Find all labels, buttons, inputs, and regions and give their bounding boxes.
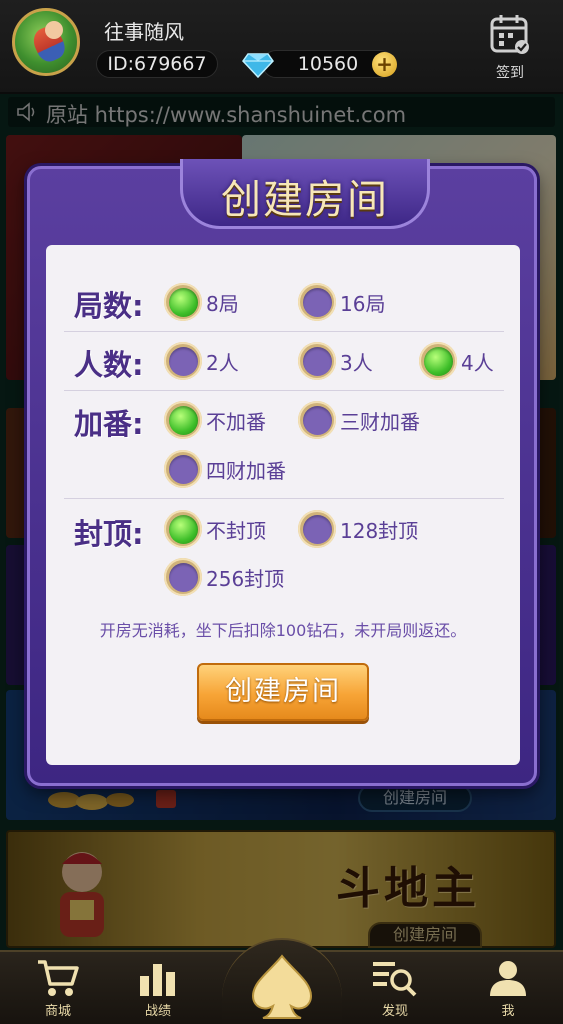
radio-unselected-icon[interactable] xyxy=(164,450,202,488)
radio-unselected-icon[interactable] xyxy=(298,510,336,548)
cap-option-none[interactable]: 不封顶 xyxy=(164,509,266,549)
option-label: 8局 xyxy=(206,291,239,316)
radio-selected-icon[interactable] xyxy=(164,283,202,321)
bonus-option-four[interactable]: 四财加番 xyxy=(164,449,286,489)
radio-unselected-icon[interactable] xyxy=(298,401,336,439)
radio-unselected-icon[interactable] xyxy=(298,342,336,380)
players-option-3[interactable]: 3人 xyxy=(298,341,373,381)
option-label: 3人 xyxy=(340,350,373,375)
create-room-button[interactable]: 创建房间 xyxy=(197,663,369,721)
dialog-title-plate: 创建房间 xyxy=(180,159,430,229)
spade-icon xyxy=(251,954,313,1019)
cap-option-256[interactable]: 256封顶 xyxy=(164,557,284,597)
cap-option-128[interactable]: 128封顶 xyxy=(298,509,418,549)
create-room-dialog: 创建房间 局数: 8局 16局 人数: 2人 3人 4人 加番: 不加番 三财加… xyxy=(27,159,537,786)
option-label: 三财加番 xyxy=(340,409,420,434)
signin-label: 签到 xyxy=(496,65,524,81)
user-icon xyxy=(490,961,526,996)
bottom-nav: 商城 战绩 发现 我 xyxy=(0,938,563,1024)
signin-button[interactable]: 签到 xyxy=(484,12,536,82)
cap-label: 封顶: xyxy=(74,517,144,551)
bonus-option-three[interactable]: 三财加番 xyxy=(298,400,420,440)
avatar-head xyxy=(45,21,63,39)
nav-discover[interactable]: 发现 xyxy=(355,958,435,1024)
bonus-option-none[interactable]: 不加番 xyxy=(164,400,266,440)
nav-label: 商城 xyxy=(44,1004,71,1019)
add-diamonds-button[interactable]: + xyxy=(372,52,397,77)
spade-hub[interactable] xyxy=(222,938,342,1024)
nav-label: 我 xyxy=(501,1004,515,1019)
diamond-icon xyxy=(242,53,274,78)
row-divider xyxy=(64,498,504,499)
rounds-option-8[interactable]: 8局 xyxy=(164,282,239,322)
option-label: 128封顶 xyxy=(340,518,419,543)
nav-shop[interactable]: 商城 xyxy=(18,958,98,1024)
nav-label: 发现 xyxy=(381,1004,408,1019)
nav-label: 战绩 xyxy=(144,1004,171,1019)
radio-selected-icon[interactable] xyxy=(419,342,457,380)
bar-chart-icon xyxy=(140,964,175,996)
top-bar: 往事随风 ID:679667 10560 + 签到 xyxy=(0,0,563,94)
nav-me[interactable]: 我 xyxy=(468,958,548,1024)
radio-unselected-icon[interactable] xyxy=(298,283,336,321)
option-label: 256封顶 xyxy=(206,566,285,591)
user-id: ID:679667 xyxy=(96,50,218,78)
row-divider xyxy=(64,390,504,391)
avatar[interactable] xyxy=(12,8,80,76)
option-label: 不加番 xyxy=(206,409,266,434)
row-divider xyxy=(64,331,504,332)
option-label: 16局 xyxy=(340,291,386,316)
cart-icon xyxy=(38,960,79,996)
nav-records[interactable]: 战绩 xyxy=(118,958,198,1024)
cost-note: 开房无消耗，坐下后扣除100钻石，未开局则返还。 xyxy=(99,621,467,640)
dialog-title: 创建房间 xyxy=(221,177,389,223)
radio-selected-icon[interactable] xyxy=(164,510,202,548)
options-panel: 局数: 8局 16局 人数: 2人 3人 4人 加番: 不加番 三财加番 四财加… xyxy=(46,245,520,765)
option-label: 4人 xyxy=(461,350,494,375)
radio-unselected-icon[interactable] xyxy=(164,558,202,596)
players-option-2[interactable]: 2人 xyxy=(164,341,239,381)
radio-selected-icon[interactable] xyxy=(164,401,202,439)
diamond-count: 10560 xyxy=(297,53,359,75)
option-label: 四财加番 xyxy=(206,458,286,483)
players-option-4[interactable]: 4人 xyxy=(419,341,494,381)
bonus-label: 加番: xyxy=(74,407,144,441)
user-nickname: 往事随风 xyxy=(104,20,184,44)
radio-unselected-icon[interactable] xyxy=(164,342,202,380)
rounds-label: 局数: xyxy=(74,289,144,323)
option-label: 不封顶 xyxy=(206,518,266,543)
players-label: 人数: xyxy=(74,348,144,382)
search-list-icon xyxy=(373,962,417,997)
option-label: 2人 xyxy=(206,350,239,375)
calendar-icon xyxy=(490,15,529,54)
rounds-option-16[interactable]: 16局 xyxy=(298,282,385,322)
